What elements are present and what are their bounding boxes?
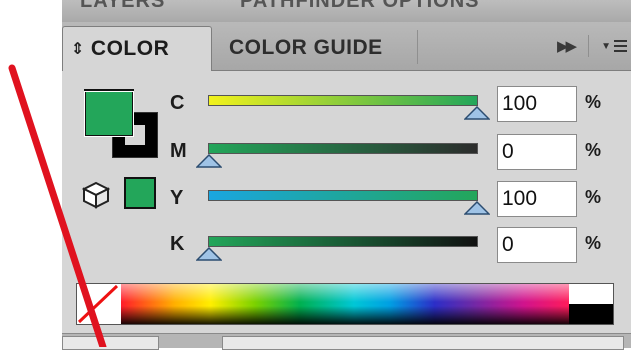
panel-tab-bar: ⇕ COLOR COLOR GUIDE ▶▶ ▼ xyxy=(62,22,631,71)
unit-label: % xyxy=(585,187,602,207)
channel-row-cyan: C % xyxy=(62,86,631,126)
screenshot-stage: LAYERS PATHFINDER OPTIONS ⇕ COLOR COLOR … xyxy=(0,0,631,350)
yellow-value-field[interactable] xyxy=(497,181,577,217)
black-swatch[interactable] xyxy=(569,304,613,324)
channel-row-magenta: M % xyxy=(62,134,631,174)
unit-label: % xyxy=(585,92,602,112)
separator xyxy=(588,35,590,57)
unit-label: % xyxy=(585,233,602,253)
tab-color-label: COLOR xyxy=(90,37,170,60)
slider-track[interactable] xyxy=(208,190,478,201)
channel-label: C xyxy=(170,92,185,114)
slider-track[interactable] xyxy=(208,143,478,154)
color-panel: LAYERS PATHFINDER OPTIONS ⇕ COLOR COLOR … xyxy=(62,0,631,350)
none-slash-icon xyxy=(77,284,119,324)
diamond-arrows-icon: ⇕ xyxy=(71,41,85,58)
cutoff-panel-titlebar: LAYERS PATHFINDER OPTIONS xyxy=(62,0,631,23)
cutoff-tab-label-left: LAYERS xyxy=(80,0,166,12)
cyan-value-field[interactable] xyxy=(497,86,577,122)
channel-row-black: K % xyxy=(62,227,631,267)
black-value-field[interactable] xyxy=(497,227,577,263)
channel-label: Y xyxy=(170,187,184,209)
cutoff-tab-label-right: PATHFINDER OPTIONS xyxy=(240,0,480,12)
channel-row-yellow: Y % xyxy=(62,181,631,221)
tab-color-guide[interactable]: COLOR GUIDE xyxy=(229,26,383,70)
panel-menu-icon[interactable]: ▼ xyxy=(601,40,627,52)
white-swatch[interactable] xyxy=(569,284,613,304)
magenta-value-field[interactable] xyxy=(497,134,577,170)
none-color-swatch[interactable] xyxy=(77,284,119,324)
tab-color[interactable]: ⇕ COLOR xyxy=(62,26,212,71)
bottom-cell xyxy=(222,336,624,350)
slider-track[interactable] xyxy=(208,236,478,247)
channel-label: K xyxy=(170,233,185,255)
bottom-cell xyxy=(62,336,159,350)
tab-divider xyxy=(417,30,418,64)
tab-color-guide-label: COLOR GUIDE xyxy=(229,36,383,59)
unit-label: % xyxy=(585,140,602,160)
channel-label: M xyxy=(170,140,187,162)
fast-forward-icon[interactable]: ▶▶ xyxy=(557,37,577,55)
slider-track[interactable] xyxy=(208,95,478,106)
panel-bottom-strip xyxy=(62,333,631,350)
spectrum-gradient[interactable] xyxy=(121,284,569,324)
panel-controls: ▶▶ ▼ xyxy=(557,22,631,70)
color-spectrum-ramp[interactable] xyxy=(76,283,614,325)
